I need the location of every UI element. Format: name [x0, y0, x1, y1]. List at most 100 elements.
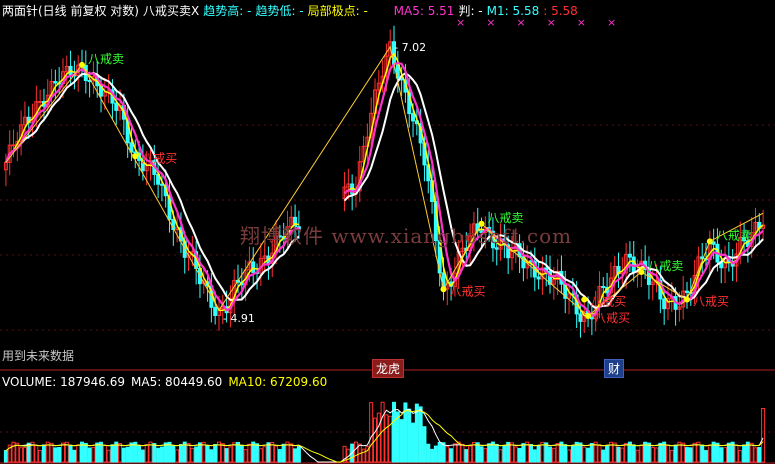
volume-bar [34, 444, 39, 463]
volume-ma5-label: MA5: 80449.60 [131, 375, 223, 389]
signal-dot [132, 153, 139, 160]
volume-bar [528, 444, 533, 463]
volume-bar [19, 447, 24, 463]
volume-bar [555, 443, 560, 463]
volume-bar [726, 442, 731, 463]
tag-longhu[interactable]: 龙虎 [372, 359, 405, 378]
trend-low-label: 趋势低: - [255, 4, 304, 18]
volume-bar [669, 449, 674, 463]
tag-cai[interactable]: 财 [604, 359, 625, 378]
volume-bar [411, 422, 416, 463]
volume-bar [460, 443, 465, 463]
signal-dot [581, 296, 588, 303]
volume-bar [483, 448, 488, 463]
candle-body [133, 151, 138, 154]
candle-body [662, 298, 667, 310]
volume-bar [399, 419, 404, 463]
volume-bar [232, 442, 237, 463]
volume-bar [296, 446, 301, 463]
candle-body [684, 290, 689, 293]
volume-bar [361, 448, 366, 463]
volume-bar [129, 442, 134, 463]
volume-bar [723, 447, 728, 463]
volume-label: VOLUME: 187946.69 [2, 375, 125, 389]
volume-bar [757, 447, 762, 463]
candle-body [578, 313, 583, 322]
volume-bar [274, 445, 279, 463]
buy-signal-label: 八戒买 [590, 295, 626, 309]
volume-ma10-label: MA10: 67209.60 [228, 375, 328, 389]
buy-signal-label: 八戒买 [594, 311, 630, 325]
candle-body [38, 101, 43, 104]
volume-bar [384, 414, 389, 463]
volume-bar [262, 446, 267, 463]
volume-bar [475, 442, 480, 463]
volume-bar [586, 447, 591, 463]
volume-bar [190, 447, 195, 463]
volume-bar [749, 442, 754, 463]
volume-bar [266, 442, 271, 463]
volume-bar [277, 448, 282, 463]
volume-bar [532, 449, 537, 463]
volume-bar [414, 403, 419, 463]
volume-bar [650, 446, 655, 463]
volume-bar [719, 447, 724, 463]
volume-bar [684, 447, 689, 463]
volume-bar [247, 443, 252, 463]
sell-signal-label: 八戒卖 [716, 228, 752, 242]
volume-bar [91, 446, 96, 463]
volume-bar [753, 447, 758, 463]
buy-signal-label: 八戒买 [449, 284, 485, 298]
volume-bar [369, 402, 374, 463]
buy-signal-label: 八戒买 [141, 151, 177, 165]
volume-bar [281, 443, 286, 463]
volume-bar [635, 449, 640, 463]
volume-bar [509, 442, 514, 463]
volume-bar [688, 447, 693, 463]
volume-bar [639, 444, 644, 463]
volume-bar [395, 411, 400, 463]
volume-bar [255, 443, 260, 463]
candle-body [601, 285, 606, 289]
volume-bar [418, 406, 423, 463]
volume-bar [125, 446, 130, 463]
volume-bar [197, 442, 202, 463]
x-markers: × × × × × × [456, 16, 617, 29]
volume-bar [102, 444, 107, 463]
volume-bar [3, 450, 8, 463]
volume-bar [479, 446, 484, 463]
signal-dot [79, 61, 86, 68]
volume-bar [243, 449, 248, 463]
volume-bar [570, 445, 575, 463]
volume-bar [239, 445, 244, 463]
volume-bar [494, 443, 499, 463]
volume-bar [616, 446, 621, 463]
price-extreme-label: - 7.02 [394, 41, 426, 54]
volume-bar [437, 441, 442, 463]
volume-bar [567, 449, 572, 463]
signal-dot [706, 238, 713, 245]
sell-signal-label: 八戒卖 [647, 259, 683, 273]
volume-bar [220, 443, 225, 463]
volume-bar [140, 449, 145, 463]
volume-bar [258, 448, 263, 463]
volume-bar [353, 441, 358, 463]
volume-bar [548, 446, 553, 463]
volume-bar [106, 449, 111, 463]
sell-signal-label: 八戒卖 [88, 52, 124, 66]
candle-body [536, 276, 541, 280]
volume-bar [582, 446, 587, 463]
volume-bar [513, 446, 518, 463]
volume-bar [738, 450, 743, 463]
volume-bar [224, 448, 229, 463]
volume-bar [209, 449, 214, 463]
volume-bar [742, 444, 747, 463]
volume-bar [612, 442, 617, 463]
volume-bar [631, 444, 636, 463]
volume-bar [464, 449, 469, 463]
volume-bar [646, 442, 651, 463]
volume-bar [392, 401, 397, 463]
volume-bar [171, 445, 176, 463]
volume-bar [700, 444, 705, 463]
volume-bar [468, 445, 473, 463]
